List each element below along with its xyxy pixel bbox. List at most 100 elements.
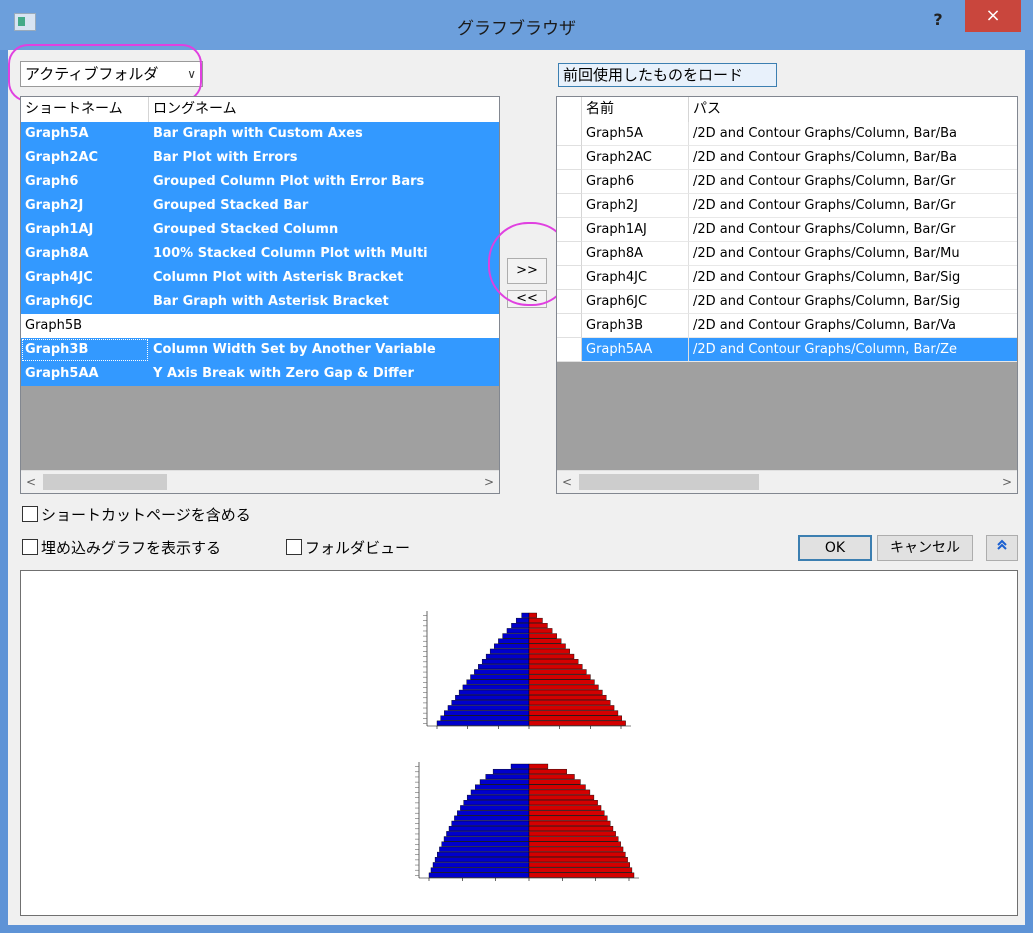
table-row[interactable]: Graph3B/2D and Contour Graphs/Column, Ba…	[557, 314, 1017, 338]
show-embedded-checkbox[interactable]: 埋め込みグラフを表示する	[22, 538, 221, 558]
selected-graphs-list[interactable]: 名前 パス Graph5A/2D and Contour Graphs/Colu…	[556, 96, 1018, 494]
row-header[interactable]	[557, 146, 582, 170]
horizontal-scrollbar[interactable]: < >	[21, 470, 499, 493]
graph-path: /2D and Contour Graphs/Column, Bar/Sig	[689, 266, 1017, 290]
graph-name: Graph6JC	[582, 290, 689, 314]
available-graphs-list[interactable]: ショートネーム ロングネーム Graph5A Bar Graph with Cus…	[20, 96, 500, 494]
scroll-left-icon[interactable]: <	[557, 471, 577, 493]
short-name: Graph1AJ	[25, 222, 94, 237]
list-item[interactable]: Graph2AC Bar Plot with Errors	[21, 146, 499, 170]
table-row[interactable]: Graph6/2D and Contour Graphs/Column, Bar…	[557, 170, 1017, 194]
include-shortcut-checkbox[interactable]: ショートカットページを含める	[22, 505, 251, 525]
scroll-left-icon[interactable]: <	[21, 471, 41, 493]
top-pyramid-male-bar	[481, 659, 530, 665]
bottom-pyramid-female-bar	[528, 825, 614, 832]
long-name: Bar Graph with Asterisk Bracket	[153, 294, 389, 309]
graph-name: Graph3B	[582, 314, 689, 338]
list-item[interactable]: Graph1AJ Grouped Stacked Column	[21, 218, 499, 242]
graph-preview	[20, 570, 1018, 916]
list-item[interactable]: Graph5A Bar Graph with Custom Axes	[21, 122, 499, 146]
graph-name: Graph4JC	[582, 266, 689, 290]
graph-browser-window: グラフブラウザ ? × アクティブフォルダ ∨ 前回使用したものをロード ショー…	[0, 0, 1033, 933]
row-header[interactable]	[557, 338, 582, 362]
scroll-right-icon[interactable]: >	[997, 471, 1017, 493]
horizontal-scrollbar[interactable]: < >	[557, 470, 1017, 493]
column-path[interactable]: パス	[689, 97, 1017, 122]
top-pyramid-female-bar	[528, 664, 583, 670]
scroll-thumb[interactable]	[43, 474, 167, 490]
row-header[interactable]	[557, 242, 582, 266]
row-header[interactable]	[557, 122, 582, 146]
short-name: Graph4JC	[25, 270, 93, 285]
table-row[interactable]: Graph5A/2D and Contour Graphs/Column, Ba…	[557, 122, 1017, 146]
scroll-right-icon[interactable]: >	[479, 471, 499, 493]
short-name: Graph2AC	[25, 150, 99, 165]
cancel-button[interactable]: キャンセル	[877, 535, 973, 561]
add-to-selected-button[interactable]: >>	[507, 258, 547, 284]
table-row[interactable]: Graph2J/2D and Contour Graphs/Column, Ba…	[557, 194, 1017, 218]
top-pyramid-male-bar	[511, 623, 530, 629]
top-pyramid-female-bar	[528, 669, 587, 675]
folder-view-checkbox[interactable]: フォルダビュー	[286, 538, 410, 558]
bottom-pyramid-female-bar	[528, 831, 616, 837]
long-name: Bar Graph with Custom Axes	[153, 126, 363, 141]
source-folder-dropdown[interactable]: アクティブフォルダ ∨	[20, 61, 203, 87]
top-pyramid-male-bar	[502, 633, 530, 639]
table-row[interactable]: Graph8A/2D and Contour Graphs/Column, Ba…	[557, 242, 1017, 266]
window-title: グラフブラウザ	[457, 19, 576, 39]
row-header[interactable]	[557, 266, 582, 290]
list-item[interactable]: Graph3B Column Width Set by Another Varia…	[21, 338, 499, 362]
close-button[interactable]: ×	[965, 0, 1021, 32]
checkbox-box[interactable]	[22, 539, 38, 555]
column-short-name[interactable]: ショートネーム	[21, 97, 149, 122]
graph-name: Graph2J	[582, 194, 689, 218]
bottom-pyramid-female-bar	[528, 841, 621, 847]
row-header[interactable]	[557, 170, 582, 194]
ok-button[interactable]: OK	[798, 535, 872, 561]
top-pyramid-female-bar	[528, 700, 611, 706]
graph-name: Graph8A	[582, 242, 689, 266]
list-item[interactable]: Graph6 Grouped Column Plot with Error Bar…	[21, 170, 499, 194]
bottom-pyramid-male-bar	[432, 862, 530, 868]
top-pyramid-female-bar	[528, 684, 599, 690]
title-bar[interactable]: グラフブラウザ ? ×	[0, 0, 1033, 50]
short-name: Graph6	[25, 174, 79, 189]
long-name: Bar Plot with Errors	[153, 150, 298, 165]
remove-from-selected-button[interactable]: <<	[507, 290, 547, 308]
list-item[interactable]: Graph8A 100% Stacked Column Plot with Mul…	[21, 242, 499, 266]
row-header[interactable]	[557, 194, 582, 218]
bottom-pyramid-male-bar	[460, 805, 530, 811]
list-item[interactable]: Graph2J Grouped Stacked Bar	[21, 194, 499, 218]
long-name: Grouped Stacked Bar	[153, 198, 309, 213]
checkbox-box[interactable]	[286, 539, 302, 555]
collapse-up-icon[interactable]	[986, 535, 1018, 561]
bottom-pyramid-male-bar	[470, 789, 530, 795]
bottom-pyramid-female-bar	[528, 820, 611, 826]
table-row[interactable]: Graph6JC/2D and Contour Graphs/Column, B…	[557, 290, 1017, 314]
column-name[interactable]: 名前	[582, 97, 689, 122]
list-item[interactable]: Graph5B	[21, 314, 499, 338]
load-last-used-button[interactable]: 前回使用したものをロード	[558, 63, 777, 87]
help-button[interactable]: ?	[920, 4, 956, 36]
long-name: Column Width Set by Another Variable	[153, 342, 436, 357]
row-header[interactable]	[557, 314, 582, 338]
checkbox-box[interactable]	[22, 506, 38, 522]
column-long-name[interactable]: ロングネーム	[149, 97, 499, 122]
row-header[interactable]	[557, 218, 582, 242]
short-name: Graph3B	[21, 338, 149, 362]
top-pyramid-female-bar	[528, 710, 619, 716]
table-row[interactable]: Graph5AA/2D and Contour Graphs/Column, B…	[557, 338, 1017, 362]
list-item[interactable]: Graph5AA Y Axis Break with Zero Gap & Dif…	[21, 362, 499, 386]
table-row[interactable]: Graph2AC/2D and Contour Graphs/Column, B…	[557, 146, 1017, 170]
top-pyramid-female-bar	[528, 643, 566, 649]
scroll-thumb[interactable]	[579, 474, 759, 490]
bottom-pyramid-female-bar	[528, 810, 605, 816]
row-header[interactable]	[557, 290, 582, 314]
list-item[interactable]: Graph4JC Column Plot with Asterisk Bracke…	[21, 266, 499, 290]
graph-name: Graph2AC	[582, 146, 689, 170]
top-pyramid-female-bar	[528, 653, 575, 659]
list-item[interactable]: Graph6JC Bar Graph with Asterisk Bracket	[21, 290, 499, 314]
table-row[interactable]: Graph4JC/2D and Contour Graphs/Column, B…	[557, 266, 1017, 290]
top-pyramid-female-bar	[528, 694, 607, 701]
table-row[interactable]: Graph1AJ/2D and Contour Graphs/Column, B…	[557, 218, 1017, 242]
